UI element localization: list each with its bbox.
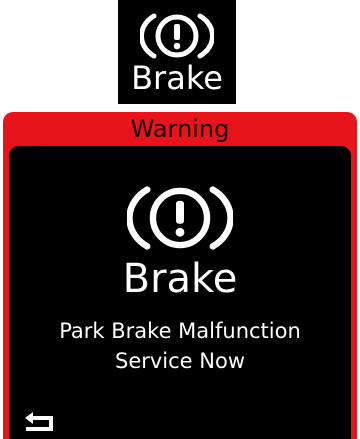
warning-message: Park Brake Malfunction Service Now <box>9 316 351 376</box>
popup-header-title: Warning <box>130 115 230 143</box>
popup-body: Brake Park Brake Malfunction Service Now <box>9 146 351 439</box>
brake-telltale: Brake <box>118 0 236 104</box>
popup-label: Brake <box>122 256 238 302</box>
warning-message-line-2: Service Now <box>114 349 246 373</box>
brake-warning-icon <box>140 13 214 59</box>
telltale-label: Brake <box>131 59 223 97</box>
brake-warning-icon <box>127 186 233 250</box>
back-arrow-icon <box>25 412 53 431</box>
warning-message-line-1: Park Brake Malfunction <box>59 319 301 343</box>
warning-popup: Warning Brake Park Brake Malfunction Ser… <box>3 112 357 439</box>
back-button[interactable] <box>23 411 57 433</box>
